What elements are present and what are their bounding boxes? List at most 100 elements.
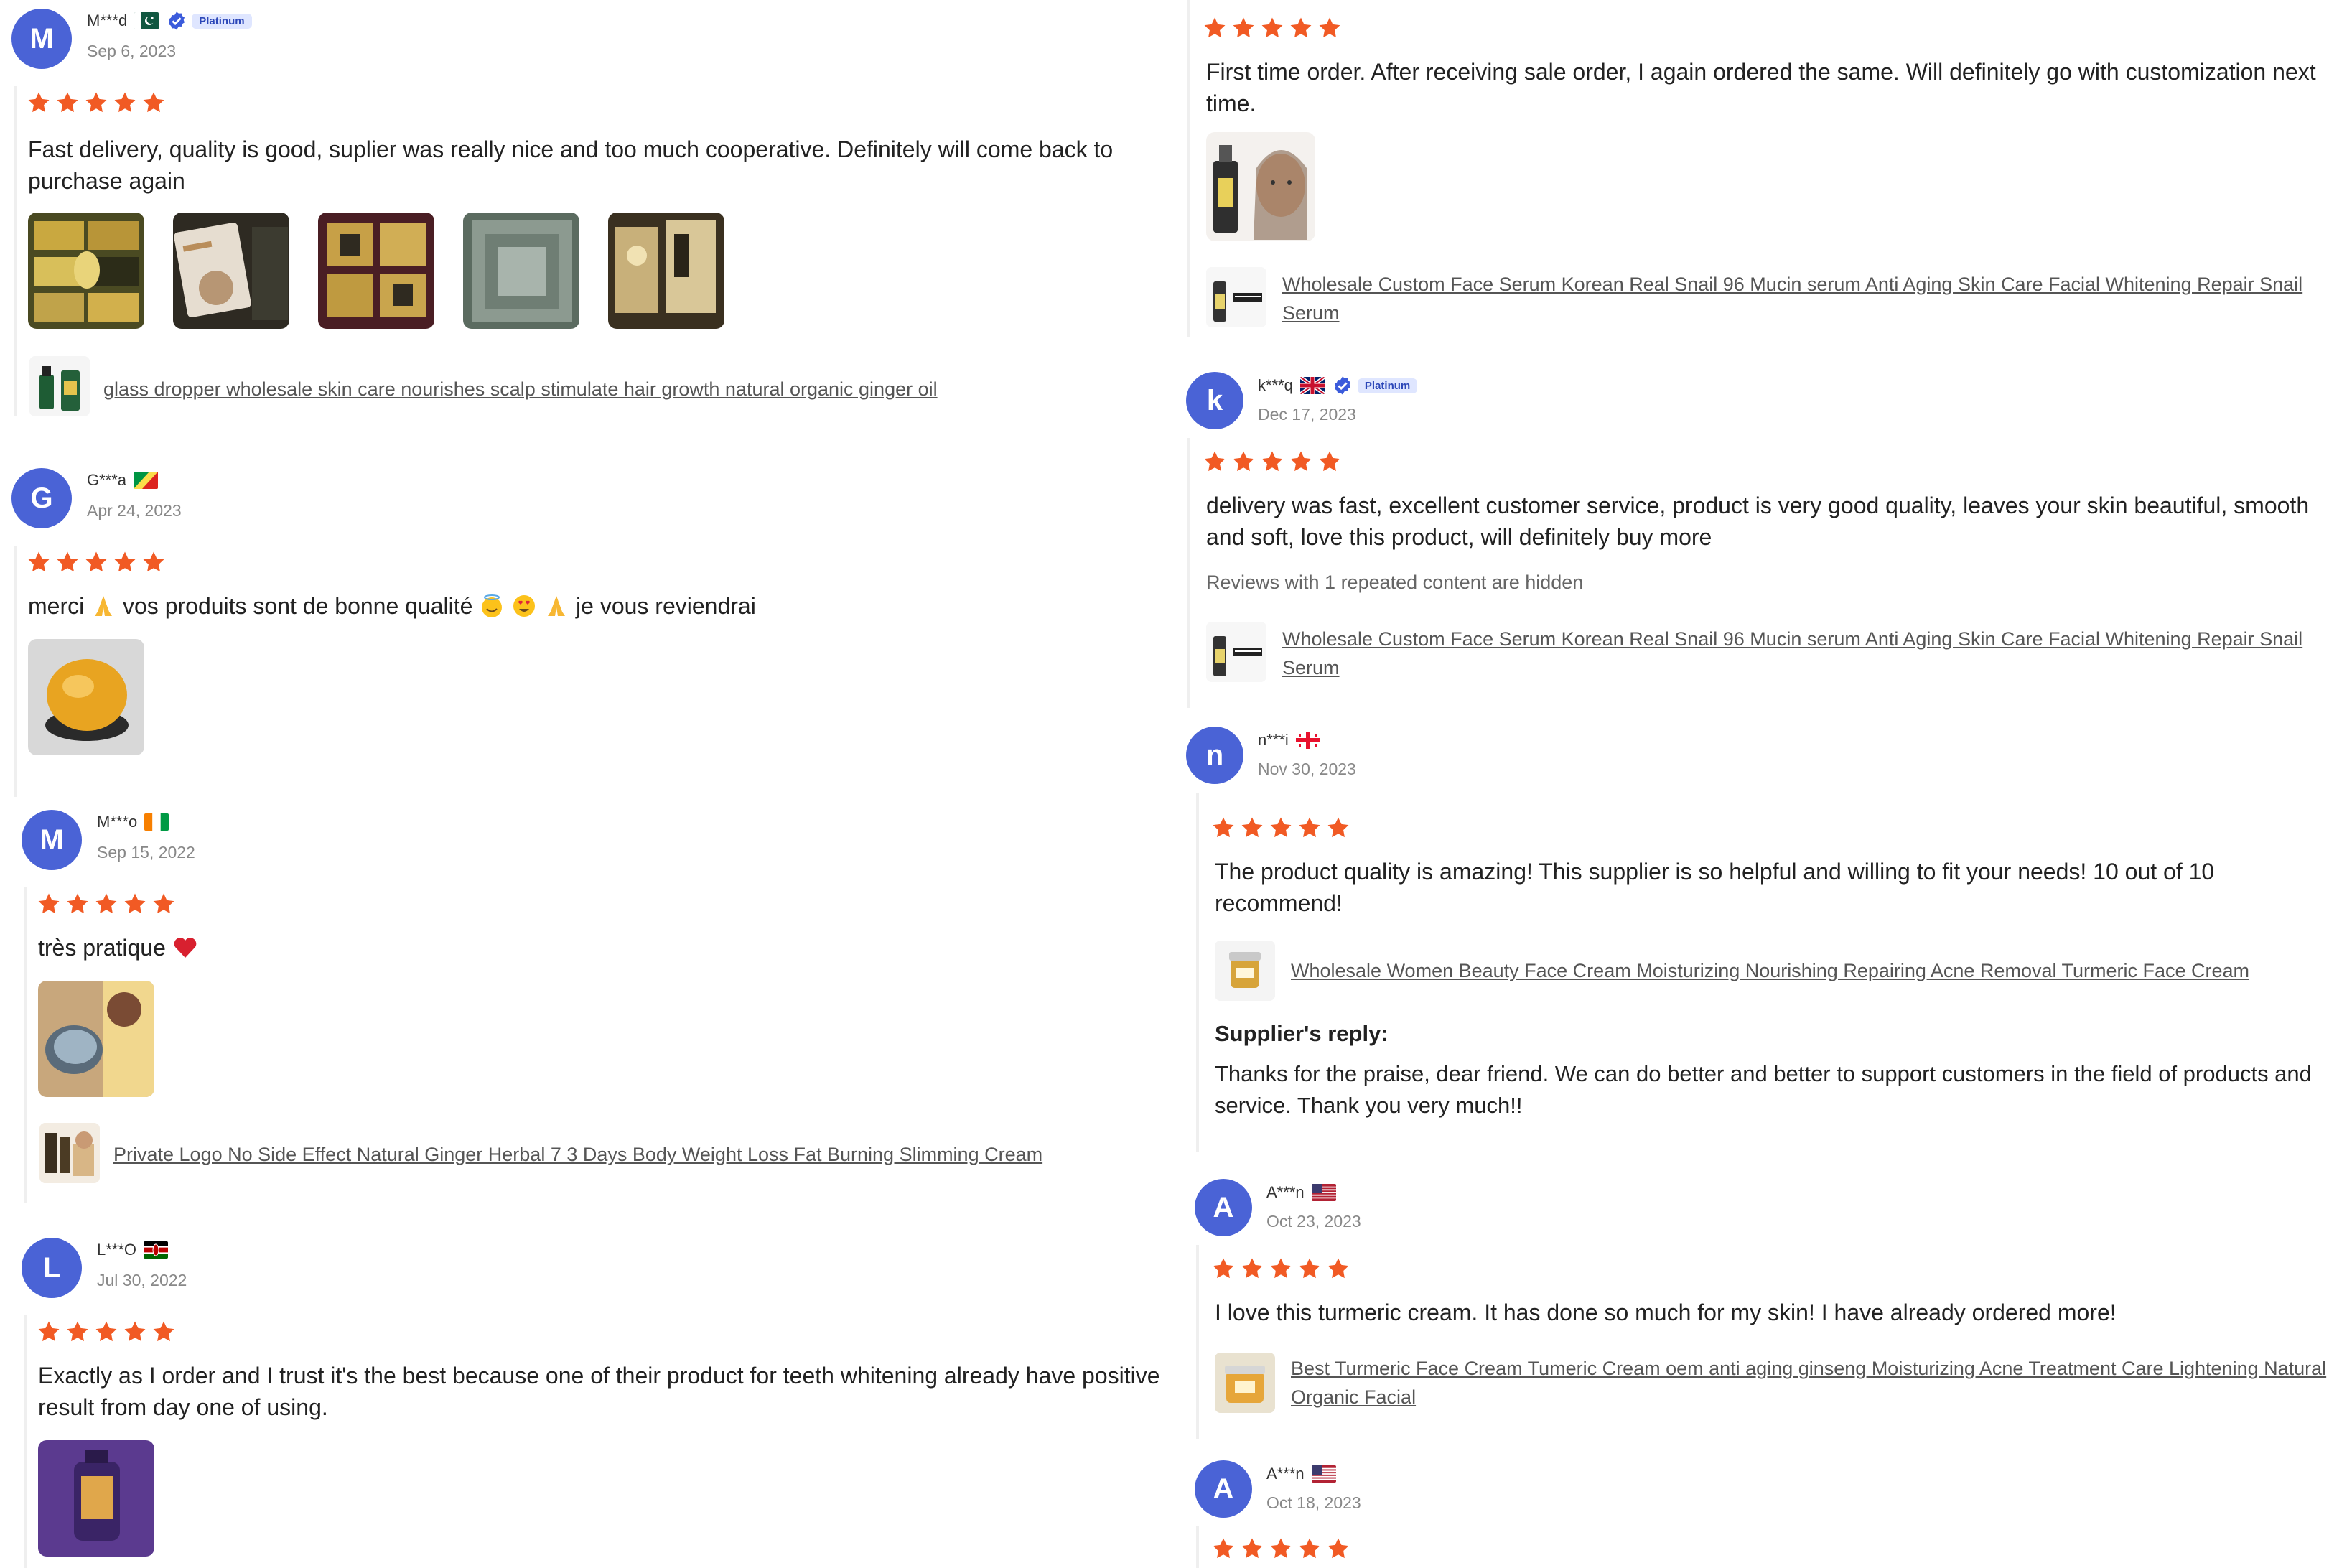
review-date: Apr 24, 2023 [87, 501, 182, 520]
star-icon [1297, 1256, 1322, 1281]
review-card: A A***n Oct 23, 2023 I love this turmeri… [1177, 1173, 2352, 1439]
star-icon [1210, 816, 1236, 840]
product-link[interactable]: Wholesale Custom Face Serum Korean Real … [1282, 625, 2330, 682]
reviewer-name: n***i [1258, 731, 1320, 750]
reviewer-name-text: A***n [1266, 1183, 1305, 1201]
review-photo[interactable] [38, 981, 154, 1097]
heart-eyes-emoji-icon [513, 595, 536, 617]
star-icon [141, 90, 167, 115]
product-link[interactable]: glass dropper wholesale skin care nouris… [103, 375, 1166, 403]
review-rail [1196, 1526, 1199, 1568]
star-icon [83, 550, 109, 574]
review-date: Dec 17, 2023 [1258, 405, 1356, 424]
review-text: Exactly as I order and I trust it's the … [38, 1363, 1160, 1420]
review-card: M M***d Platinum Sep 6, 2023 Fast delive… [0, 0, 1177, 431]
product-link[interactable]: Wholesale Women Beauty Face Cream Moistu… [1291, 956, 2339, 985]
reviewer-name: k***q Platinum [1258, 375, 1418, 396]
review-rail [24, 1315, 27, 1568]
star-rating [36, 1320, 177, 1344]
review-text-part: vos produits sont de bonne qualité [123, 593, 473, 619]
product-thumbnail[interactable] [39, 1123, 100, 1183]
review-photo[interactable] [463, 213, 579, 329]
avatar: M [11, 9, 72, 69]
review-photo[interactable] [28, 639, 144, 755]
review-rail [1196, 1245, 1199, 1439]
star-icon [1268, 1256, 1294, 1281]
review-rail [1187, 438, 1190, 708]
folded-hands-emoji-icon [95, 596, 113, 616]
product-thumbnail[interactable] [1206, 267, 1266, 327]
star-icon [36, 892, 62, 916]
star-icon [93, 892, 119, 916]
review-card: n n***i Nov 30, 2023 The product quality… [1177, 721, 2352, 1152]
star-icon [1231, 449, 1256, 474]
avatar: G [11, 468, 72, 528]
uk-flag-icon [1299, 377, 1325, 394]
review-text-part: merci [28, 593, 85, 619]
avatar: A [1195, 1460, 1252, 1518]
star-rating [1202, 449, 1343, 474]
star-icon [55, 90, 80, 115]
reviewer-name-text: M***o [97, 813, 138, 831]
star-icon [1239, 1536, 1265, 1561]
star-icon [1288, 16, 1314, 40]
star-icon [112, 550, 138, 574]
reviewer-name: A***n [1266, 1465, 1336, 1483]
verified-icon [1332, 375, 1353, 396]
badge-label: Platinum [192, 13, 252, 29]
supplier-reply-text: Thanks for the praise, dear friend. We c… [1215, 1061, 2312, 1118]
platinum-badge: Platinum [166, 10, 252, 32]
avatar: n [1186, 727, 1243, 784]
pakistan-flag-icon [134, 12, 159, 29]
star-rating [1210, 1536, 1351, 1561]
ireland-flag-icon [144, 813, 169, 831]
reviewer-name-text: k***q [1258, 376, 1293, 394]
review-card: M M***o Sep 15, 2022 très pratique Priva… [10, 801, 1177, 1203]
reviewer-name-text: M***d [87, 11, 128, 29]
star-icon [26, 90, 52, 115]
verified-icon [166, 10, 187, 32]
reviewer-name: G***a [87, 471, 159, 490]
star-icon [1297, 816, 1322, 840]
star-icon [1317, 449, 1343, 474]
star-icon [1259, 449, 1285, 474]
badge-label: Platinum [1357, 378, 1418, 393]
review-rail [24, 887, 27, 1203]
reviewer-name: M***d Platinum [87, 11, 252, 30]
star-icon [1288, 449, 1314, 474]
smiling-halo-emoji-icon [482, 594, 503, 617]
star-icon [1202, 449, 1228, 474]
usa-flag-icon [1311, 1184, 1336, 1201]
star-rating [1210, 1256, 1351, 1281]
star-icon [1268, 1536, 1294, 1561]
star-icon [1325, 1536, 1351, 1561]
star-icon [26, 550, 52, 574]
reviewer-name: L***O [97, 1241, 169, 1259]
star-icon [122, 892, 148, 916]
review-photo[interactable] [38, 1440, 154, 1557]
review-card: A A***n Oct 18, 2023 [1177, 1455, 2352, 1568]
star-icon [55, 550, 80, 574]
usa-flag-icon [1311, 1465, 1336, 1483]
product-link[interactable]: Best Turmeric Face Cream Tumeric Cream o… [1291, 1354, 2346, 1411]
review-date: Oct 18, 2023 [1266, 1493, 1361, 1512]
review-photo[interactable] [318, 213, 434, 329]
review-text: I love this turmeric cream. It has done … [1215, 1299, 2117, 1325]
product-link[interactable]: Private Logo No Side Effect Natural Ging… [113, 1140, 1176, 1169]
review-photo[interactable] [173, 213, 289, 329]
product-link[interactable]: Wholesale Custom Face Serum Korean Real … [1282, 270, 2330, 327]
review-photo[interactable] [28, 213, 144, 329]
review-date: Jul 30, 2022 [97, 1271, 187, 1289]
review-photo[interactable] [608, 213, 724, 329]
star-icon [1202, 16, 1228, 40]
review-photo[interactable] [1206, 132, 1315, 241]
product-thumbnail[interactable] [1215, 1353, 1275, 1413]
star-rating [36, 892, 177, 916]
star-icon [1210, 1256, 1236, 1281]
product-thumbnail[interactable] [1215, 941, 1275, 1001]
star-icon [141, 550, 167, 574]
review-card: First time order. After receiving sale o… [1177, 0, 2352, 345]
product-thumbnail[interactable] [29, 356, 90, 416]
product-thumbnail[interactable] [1206, 622, 1266, 682]
reviewer-name-text: A***n [1266, 1465, 1305, 1483]
